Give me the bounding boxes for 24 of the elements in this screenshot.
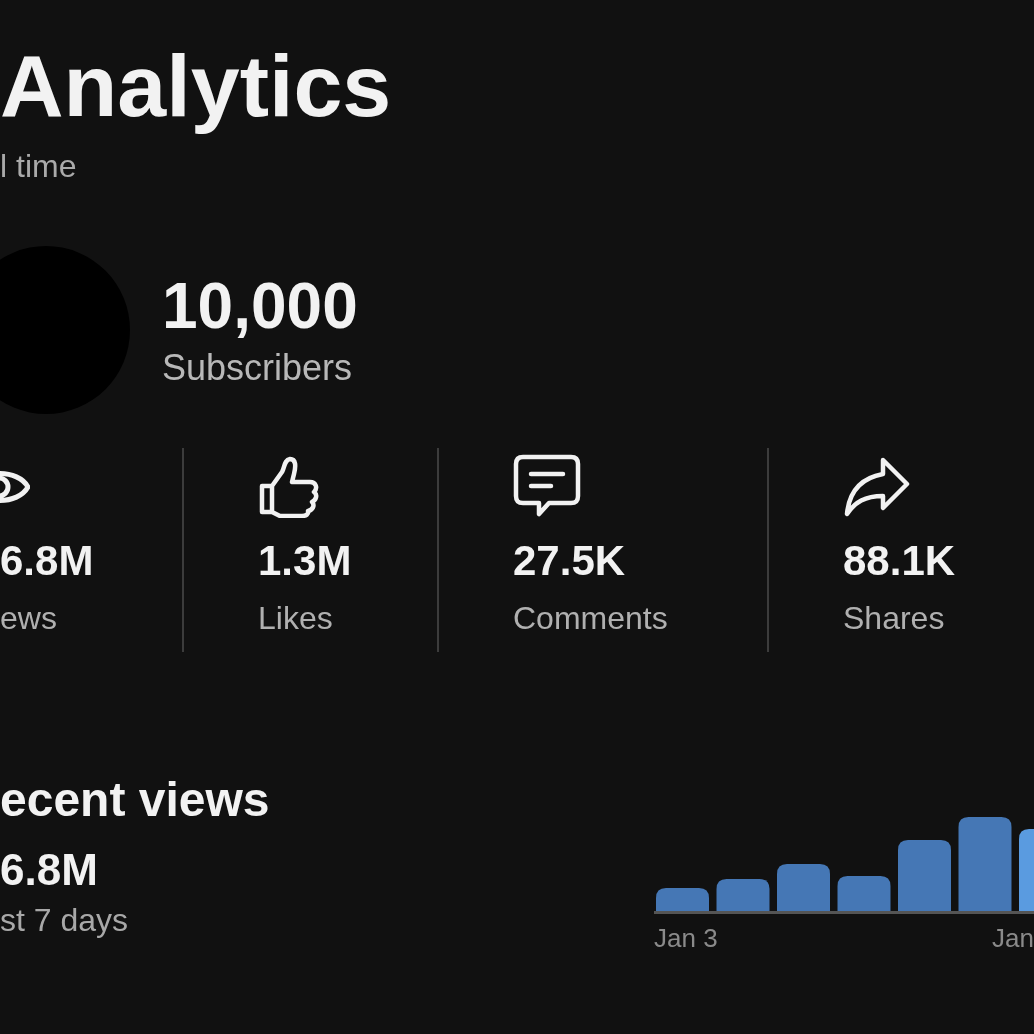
stat-value: 1.3M	[258, 536, 352, 586]
stat-label: Shares	[843, 599, 945, 638]
stat-value: 6.8M	[0, 536, 94, 586]
axis-label: Jan 3	[654, 922, 718, 954]
stat-value: 27.5K	[513, 536, 626, 586]
time-range-label: l time	[0, 147, 77, 186]
bar	[656, 888, 709, 911]
stat-label: ews	[0, 599, 57, 638]
thumbs-up-icon	[258, 456, 320, 518]
bar	[716, 879, 770, 911]
recent-views-value: 6.8M	[0, 844, 98, 896]
bar	[837, 876, 891, 911]
page-title: Analytics	[0, 36, 392, 136]
bar	[898, 840, 951, 911]
axis-label: Jan	[992, 922, 1034, 954]
stat-label: Likes	[258, 599, 333, 638]
section-title: ecent views	[0, 772, 270, 828]
subscriber-count: 10,000	[162, 270, 358, 342]
subscriber-label: Subscribers	[162, 346, 353, 390]
stat-value: 88.1K	[843, 536, 956, 586]
bar	[777, 864, 830, 911]
period-label: st 7 days	[0, 901, 129, 940]
share-arrow-icon	[843, 456, 911, 518]
stat-label: Comments	[513, 599, 668, 638]
